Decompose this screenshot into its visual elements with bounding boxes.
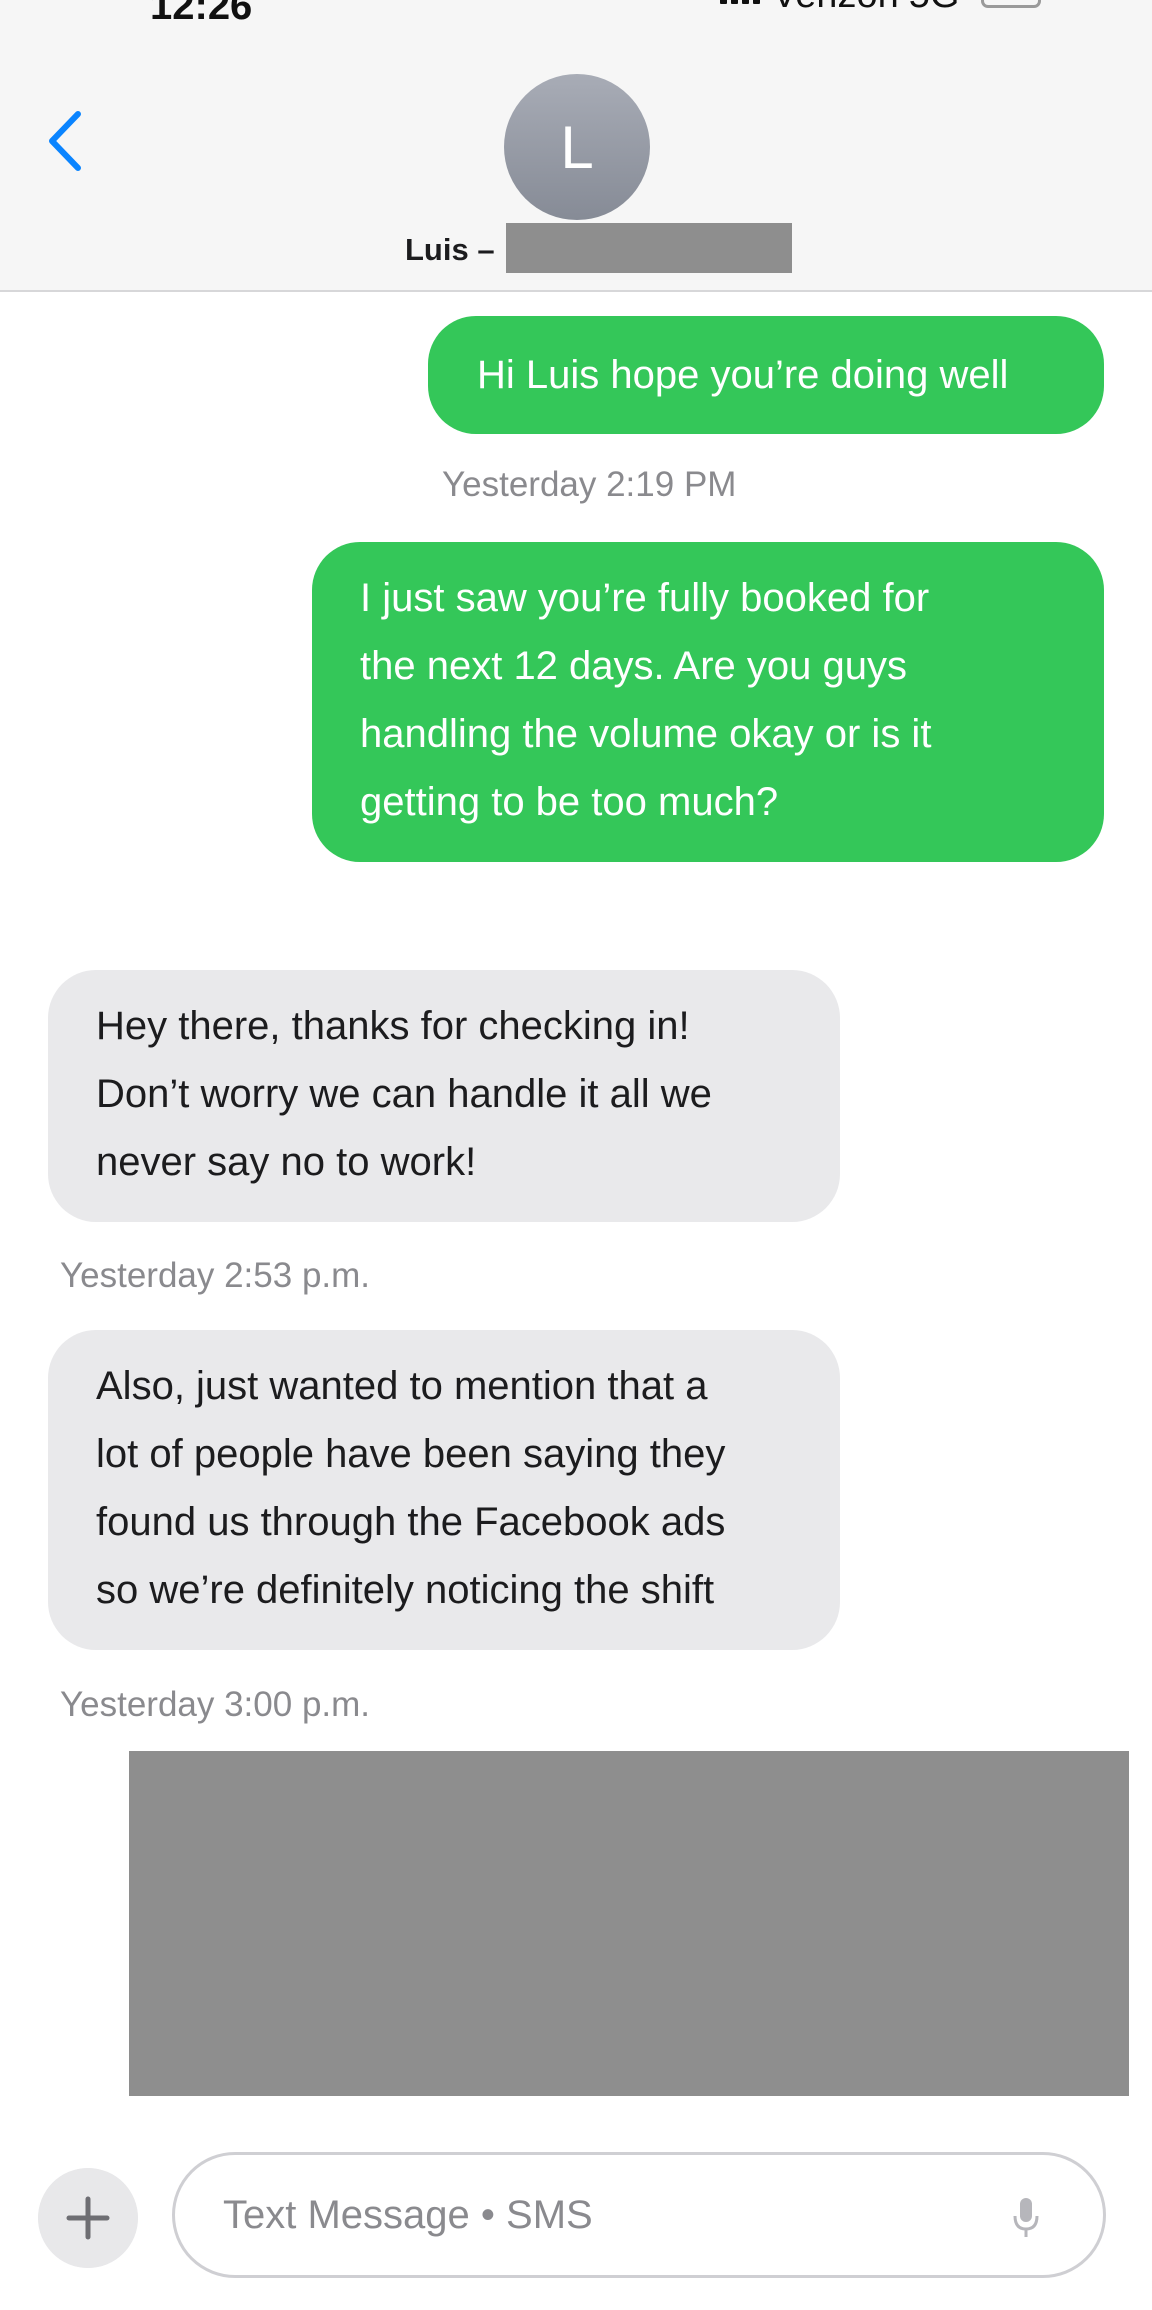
message-line: Hey there, thanks for checking in! <box>96 1004 690 1048</box>
message-line: Hi Luis hope you’re doing well <box>477 353 1009 397</box>
message-line: the next 12 days. Are you guys <box>360 644 908 688</box>
signal-icon <box>720 0 760 4</box>
battery-icon <box>981 0 1042 8</box>
microphone-icon[interactable] <box>1011 2196 1041 2240</box>
sent-message-bubble[interactable]: I just saw you’re fully booked for the n… <box>312 542 1104 862</box>
message-input[interactable] <box>223 2155 983 2275</box>
message-line: never say no to work! <box>96 1140 477 1184</box>
status-time: 12:26 <box>150 0 253 28</box>
message-line: so we’re definitely noticing the shift <box>96 1568 715 1612</box>
message-timestamp: Yesterday 2:53 p.m. <box>60 1256 371 1295</box>
chevron-left-icon[interactable] <box>44 108 88 174</box>
sent-message-bubble[interactable]: Hi Luis hope you’re doing well <box>428 316 1104 434</box>
contact-name[interactable]: Luis – <box>405 232 495 268</box>
redacted-name-block <box>506 223 792 273</box>
plus-icon[interactable] <box>38 2168 138 2268</box>
received-message-bubble[interactable]: Also, just wanted to mention that a lot … <box>48 1330 840 1650</box>
message-line: I just saw you’re fully booked for <box>360 576 930 620</box>
received-message-bubble[interactable]: Hey there, thanks for checking in! Don’t… <box>48 970 840 1222</box>
message-timestamp: Yesterday 3:00 p.m. <box>60 1685 371 1724</box>
carrier-name: Verizon <box>772 0 899 17</box>
message-line: handling the volume okay or is it <box>360 712 932 756</box>
redacted-attachment <box>129 1751 1129 2096</box>
avatar-initial: L <box>560 113 594 181</box>
message-line: lot of people have been saying they <box>96 1432 726 1476</box>
status-bar-right: Verizon 5G <box>720 0 1042 16</box>
message-line: Also, just wanted to mention that a <box>96 1364 708 1408</box>
network-type: 5G <box>909 0 960 17</box>
message-composer[interactable] <box>172 2152 1106 2278</box>
message-line: found us through the Facebook ads <box>96 1500 726 1544</box>
conversation-header: 12:26 Verizon 5G L Luis – <box>0 0 1152 292</box>
message-line: getting to be too much? <box>360 780 779 824</box>
message-line: Don’t worry we can handle it all we <box>96 1072 712 1116</box>
message-timestamp: Yesterday 2:19 PM <box>442 465 737 504</box>
contact-avatar[interactable]: L <box>504 74 650 220</box>
